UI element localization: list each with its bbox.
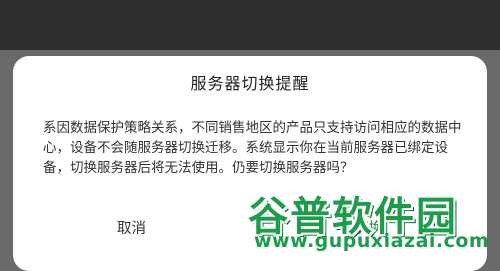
dialog-actions: 取消 切换: [13, 204, 487, 254]
dialog-title: 服务器切换提醒: [190, 74, 310, 93]
switch-button[interactable]: 切换: [250, 204, 487, 254]
dimmed-app-bar: [0, 0, 500, 50]
cancel-button[interactable]: 取消: [13, 204, 250, 254]
dialog-message: 系因数据保护策略关系，不同销售地区的产品只支持访问相应的数据中心，设备不会随服务…: [43, 120, 462, 176]
server-switch-dialog: 服务器切换提醒 系因数据保护策略关系，不同销售地区的产品只支持访问相应的数据中心…: [13, 56, 487, 271]
